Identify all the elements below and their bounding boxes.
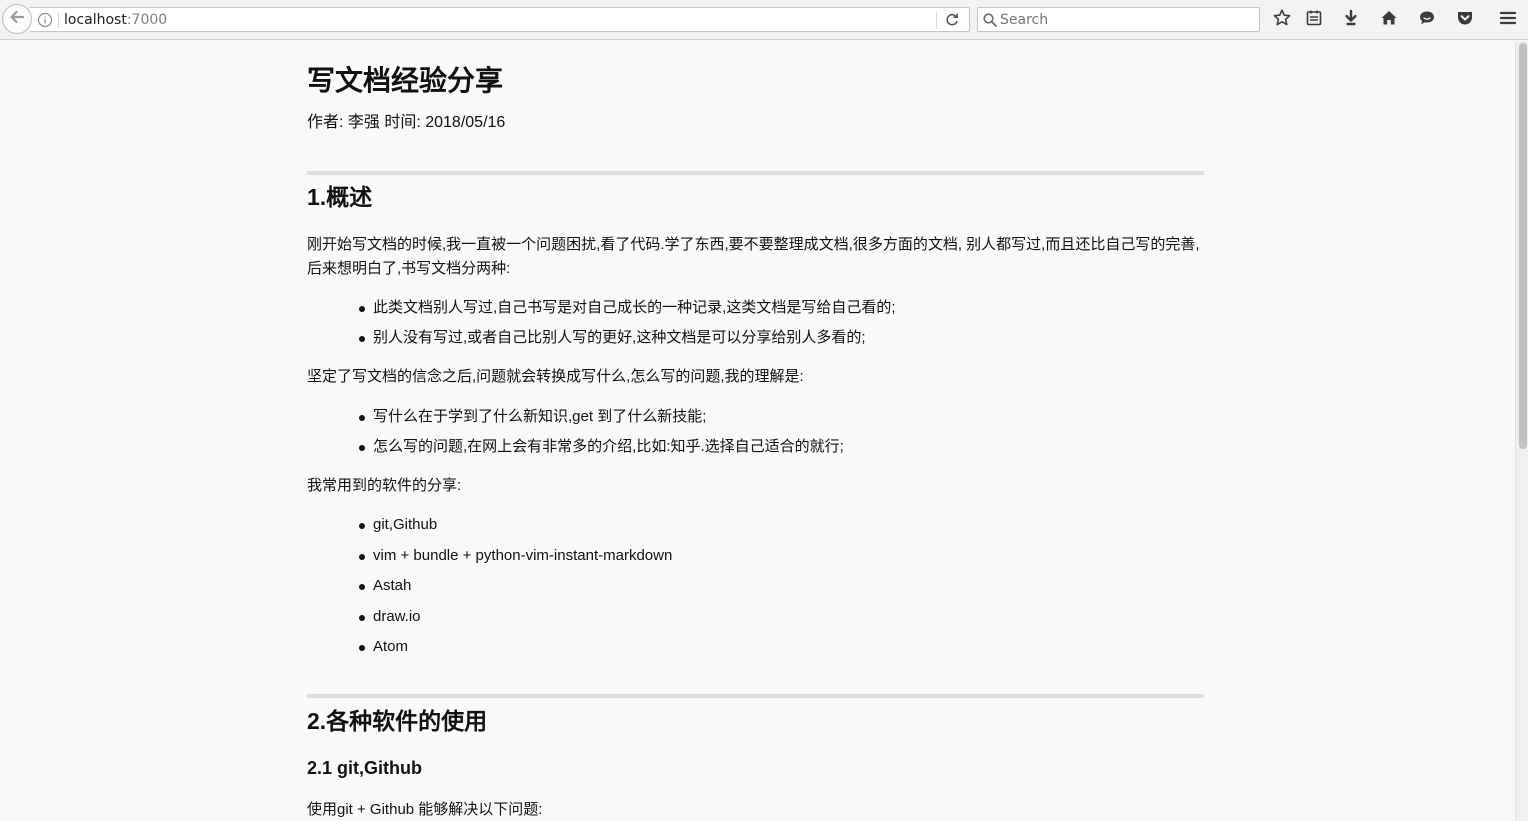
- tool-list-item: vim + bundle + python-vim-instant-markdo…: [358, 547, 673, 564]
- downloads-button[interactable]: [1340, 9, 1362, 31]
- hamburger-menu-icon: [1498, 8, 1518, 33]
- url-port: :7000: [126, 12, 168, 28]
- section-heading-overview: 1.概述: [307, 184, 373, 210]
- back-arrow-icon: [8, 8, 26, 31]
- author-meta: 作者: 李强 时间: 2018/05/16: [307, 114, 506, 131]
- overview-paragraph: 刚开始写文档的时候,我一直被一个问题困扰,看了代码.学了东西,要不要整理成文档,…: [307, 236, 1200, 277]
- vertical-scrollbar[interactable]: [1515, 41, 1528, 821]
- list-item: 怎么写的问题,在网上会有非常多的介绍,比如:知乎.选择自己适合的就行;: [359, 438, 844, 455]
- search-icon: [982, 12, 998, 28]
- page-title: 写文档经验分享: [307, 65, 504, 96]
- tools-intro-paragraph: 我常用到的软件的分享:: [307, 477, 462, 494]
- tool-list-item: draw.io: [359, 608, 421, 625]
- url-separator: [58, 12, 59, 28]
- pocket-icon: [1455, 8, 1475, 33]
- tool-list-item: Atom: [358, 638, 409, 655]
- address-bar[interactable]: localhost:7000: [30, 7, 970, 32]
- page-viewport: 写文档经验分享 作者: 李强 时间: 2018/05/16 1.概述 刚开始写文…: [0, 41, 1515, 821]
- url-host: localhost: [64, 12, 127, 28]
- pocket-button[interactable]: [1454, 9, 1476, 31]
- reload-separator: [936, 11, 937, 29]
- list-item: 别人没有写过,或者自己比别人写的更好,这种文档是可以分享给别人多看的;: [359, 329, 866, 346]
- git-intro-paragraph: 使用git + Github 能够解决以下问题:: [307, 801, 543, 818]
- bookmark-star-button[interactable]: [1271, 8, 1293, 33]
- browser-toolbar: localhost:7000: [0, 0, 1528, 40]
- menu-button[interactable]: [1497, 9, 1519, 31]
- list-item: 写什么在于学到了什么新知识,get 到了什么新技能;: [358, 408, 707, 425]
- reading-list-button[interactable]: [1303, 9, 1325, 31]
- section-heading-software: 2.各种软件的使用: [307, 708, 488, 734]
- star-icon: [1272, 8, 1292, 33]
- reading-list-icon: [1304, 8, 1324, 33]
- url-text[interactable]: localhost:7000: [64, 12, 167, 28]
- chat-icon: [1417, 8, 1437, 33]
- back-button[interactable]: [2, 4, 32, 34]
- tool-list-item: git,Github: [358, 516, 438, 533]
- section-divider: [307, 171, 1204, 175]
- home-button[interactable]: [1378, 9, 1400, 31]
- transition-paragraph: 坚定了写文档的信念之后,问题就会转换成写什么,怎么写的问题,我的理解是:: [307, 368, 804, 385]
- tool-list-item: Astah: [358, 577, 412, 594]
- home-icon: [1379, 8, 1399, 33]
- search-input[interactable]: [1000, 10, 1250, 29]
- scrollbar-thumb[interactable]: [1519, 43, 1527, 449]
- info-icon[interactable]: [37, 12, 53, 28]
- subsection-heading-git: 2.1 git,Github: [307, 758, 422, 778]
- search-bar[interactable]: [977, 7, 1260, 32]
- chat-button[interactable]: [1416, 9, 1438, 31]
- section-divider: [307, 694, 1204, 698]
- list-item: 此类文档别人写过,自己书写是对自己成长的一种记录,这类文档是写给自己看的;: [359, 299, 896, 316]
- download-icon: [1341, 8, 1361, 33]
- reload-icon[interactable]: [944, 12, 960, 28]
